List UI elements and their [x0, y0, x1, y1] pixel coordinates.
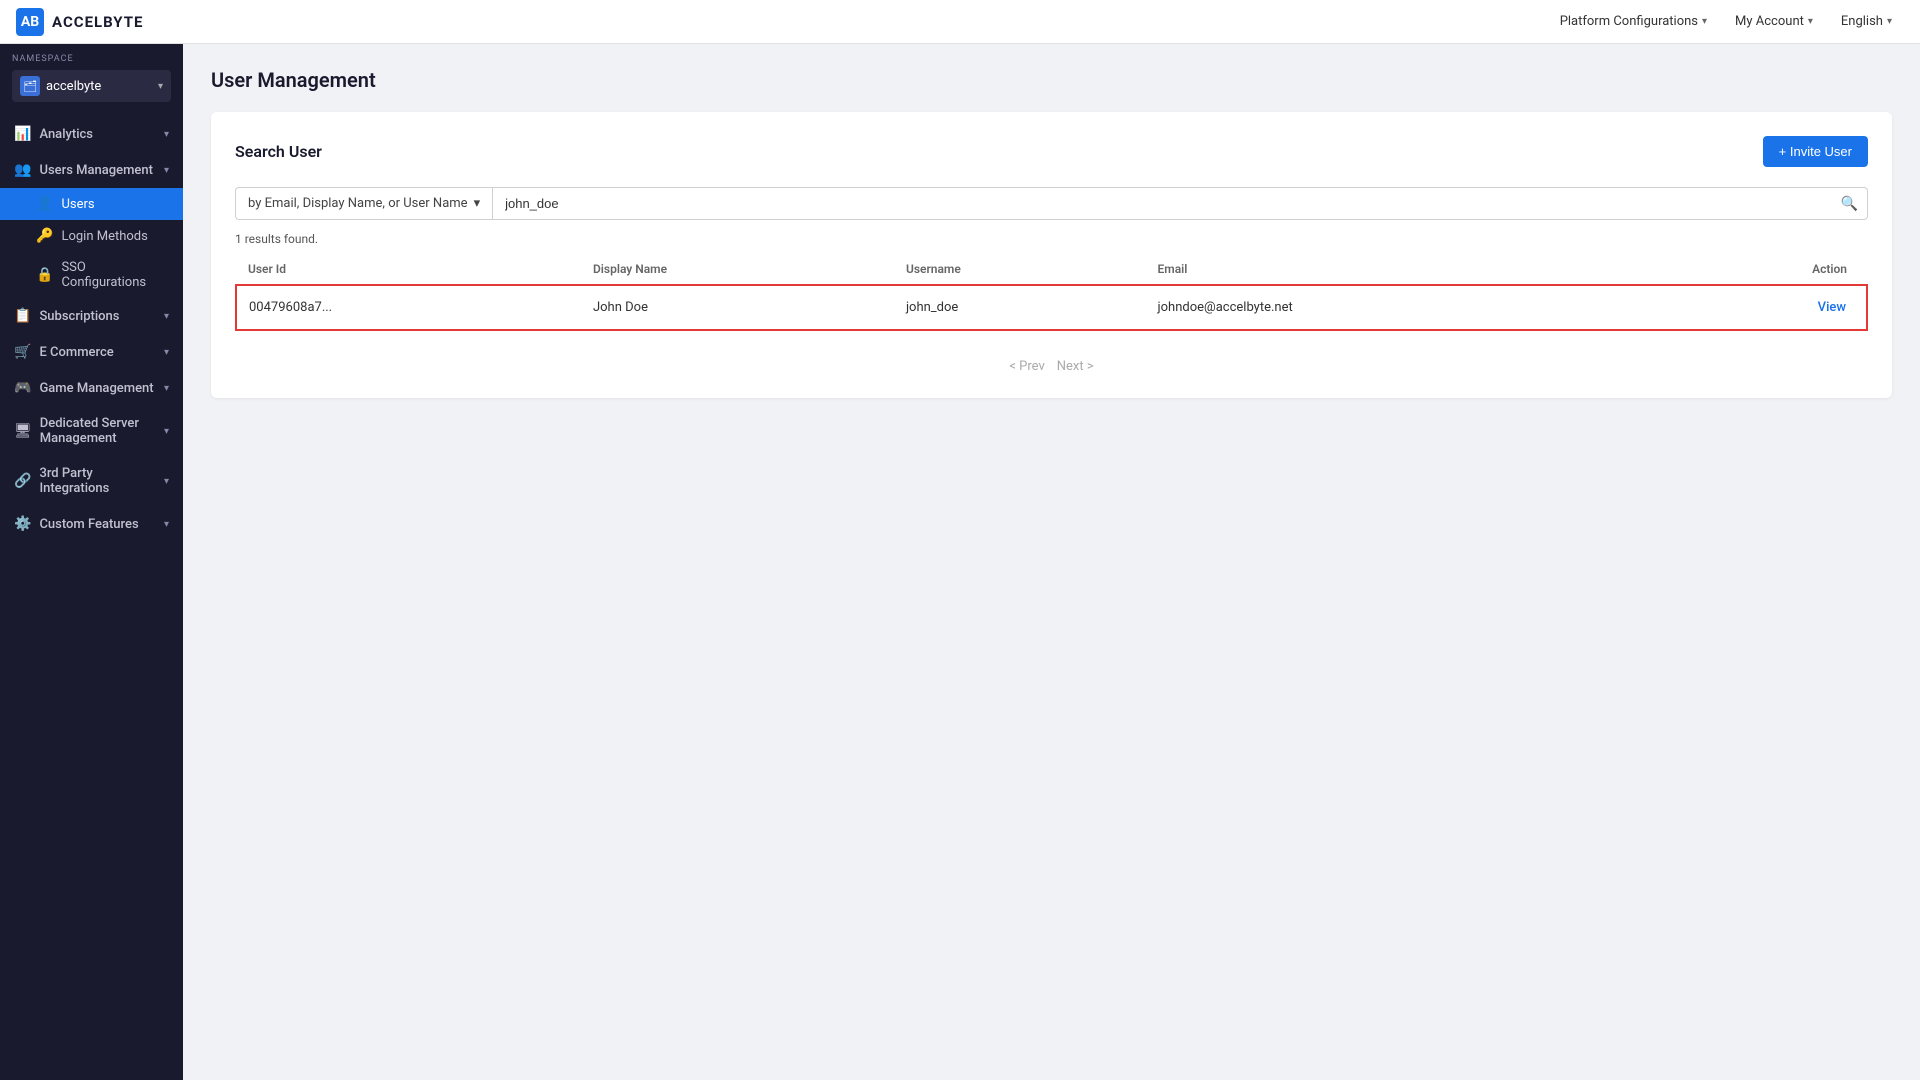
sidebar-item-3rd-party-integrations[interactable]: 🔗 3rd Party Integrations ▾ [0, 456, 183, 506]
cell-username: john_doe [894, 285, 1146, 330]
platform-configurations-dropdown[interactable]: Platform Configurations ▾ [1548, 8, 1719, 35]
results-count: 1 results found. [235, 232, 1868, 246]
platform-configurations-chevron-icon: ▾ [1702, 16, 1707, 27]
cell-display-name: John Doe [581, 285, 894, 330]
namespace-icon: 🗂 [20, 76, 40, 96]
search-icon: 🔍 [1841, 196, 1858, 212]
sidebar-item-custom-features[interactable]: ⚙️ Custom Features ▾ [0, 506, 183, 542]
namespace-selector[interactable]: 🗂 accelbyte ▾ [12, 70, 171, 102]
next-page-button: Next > [1057, 359, 1094, 374]
page-title: User Management [211, 68, 1892, 92]
view-link[interactable]: View [1818, 300, 1846, 315]
top-nav-right: Platform Configurations ▾ My Account ▾ E… [1548, 8, 1904, 35]
card-header: Search User + Invite User [235, 136, 1868, 167]
sidebar: NAMESPACE 🗂 accelbyte ▾ 📊 Analytics ▾ 👥 [0, 44, 183, 1080]
cell-action: View [1653, 285, 1867, 330]
game-management-chevron-icon: ▾ [164, 383, 169, 394]
game-management-icon: 🎮 [14, 380, 31, 396]
namespace-chevron-icon: ▾ [158, 81, 163, 92]
sidebar-nav: 📊 Analytics ▾ 👥 Users Management ▾ 👤 Use… [0, 108, 183, 550]
namespace-label: NAMESPACE [12, 54, 171, 64]
table-header-row: User Id Display Name Username Email Acti… [236, 254, 1867, 285]
sidebar-item-dedicated-server-management[interactable]: 🖥 Dedicated Server Management ▾ [0, 406, 183, 456]
sidebar-item-users[interactable]: 👤 Users [0, 188, 183, 220]
col-action: Action [1653, 254, 1867, 285]
pagination: < Prev Next > [235, 347, 1868, 374]
namespace-section: NAMESPACE 🗂 accelbyte ▾ [0, 44, 183, 108]
main-content: User Management Search User + Invite Use… [183, 44, 1920, 1080]
language-chevron-icon: ▾ [1887, 16, 1892, 27]
login-methods-icon: 🔑 [36, 228, 53, 244]
ecommerce-icon: 🛒 [14, 344, 31, 360]
ecommerce-chevron-icon: ▾ [164, 347, 169, 358]
analytics-icon: 📊 [14, 126, 31, 142]
sidebar-item-login-methods[interactable]: 🔑 Login Methods [0, 220, 183, 252]
col-display-name: Display Name [581, 254, 894, 285]
table-row: 00479608a7... John Doe john_doe johndoe@… [236, 285, 1867, 330]
my-account-dropdown[interactable]: My Account ▾ [1723, 8, 1825, 35]
analytics-chevron-icon: ▾ [164, 129, 169, 140]
search-user-card: Search User + Invite User by Email, Disp… [211, 112, 1892, 398]
users-icon: 👤 [36, 196, 53, 212]
sidebar-item-ecommerce[interactable]: 🛒 E Commerce ▾ [0, 334, 183, 370]
filter-select[interactable]: by Email, Display Name, or User Name ▾ [235, 187, 492, 220]
custom-features-chevron-icon: ▾ [164, 519, 169, 530]
invite-user-button[interactable]: + Invite User [1763, 136, 1868, 167]
search-input[interactable] [492, 187, 1868, 220]
search-row: by Email, Display Name, or User Name ▾ 🔍 [235, 187, 1868, 220]
col-username: Username [894, 254, 1146, 285]
custom-features-icon: ⚙️ [14, 516, 31, 532]
users-management-chevron-icon: ▾ [164, 165, 169, 176]
cell-email: johndoe@accelbyte.net [1146, 285, 1654, 330]
top-nav: AB ACCELBYTE Platform Configurations ▾ M… [0, 0, 1920, 44]
dedicated-server-icon: 🖥 [14, 423, 32, 439]
sidebar-item-analytics[interactable]: 📊 Analytics ▾ [0, 116, 183, 152]
sidebar-item-subscriptions[interactable]: 📋 Subscriptions ▾ [0, 298, 183, 334]
logo-area: AB ACCELBYTE [0, 8, 143, 36]
layout: NAMESPACE 🗂 accelbyte ▾ 📊 Analytics ▾ 👥 [0, 44, 1920, 1080]
card-title: Search User [235, 142, 322, 161]
col-email: Email [1146, 254, 1654, 285]
cell-user-id: 00479608a7... [236, 285, 581, 330]
my-account-chevron-icon: ▾ [1808, 16, 1813, 27]
sidebar-item-users-management[interactable]: 👥 Users Management ▾ [0, 152, 183, 188]
language-dropdown[interactable]: English ▾ [1829, 8, 1904, 35]
table-wrapper: User Id Display Name Username Email Acti… [235, 254, 1868, 331]
search-input-wrapper: 🔍 [492, 187, 1868, 220]
logo-icon: AB [16, 8, 44, 36]
users-table: User Id Display Name Username Email Acti… [235, 254, 1868, 331]
dedicated-server-chevron-icon: ▾ [164, 426, 169, 437]
subscriptions-icon: 📋 [14, 308, 31, 324]
filter-chevron-icon: ▾ [474, 196, 481, 211]
3rd-party-chevron-icon: ▾ [164, 476, 169, 487]
sidebar-item-sso-configurations[interactable]: 🔒 SSO Configurations [0, 252, 183, 298]
prev-page-button: < Prev [1009, 359, 1044, 374]
col-user-id: User Id [236, 254, 581, 285]
subscriptions-chevron-icon: ▾ [164, 311, 169, 322]
logo-text: ACCELBYTE [52, 13, 143, 31]
users-management-icon: 👥 [14, 162, 31, 178]
sidebar-item-game-management[interactable]: 🎮 Game Management ▾ [0, 370, 183, 406]
3rd-party-icon: 🔗 [14, 473, 31, 489]
sso-icon: 🔒 [36, 267, 53, 283]
namespace-name: accelbyte [46, 79, 152, 94]
